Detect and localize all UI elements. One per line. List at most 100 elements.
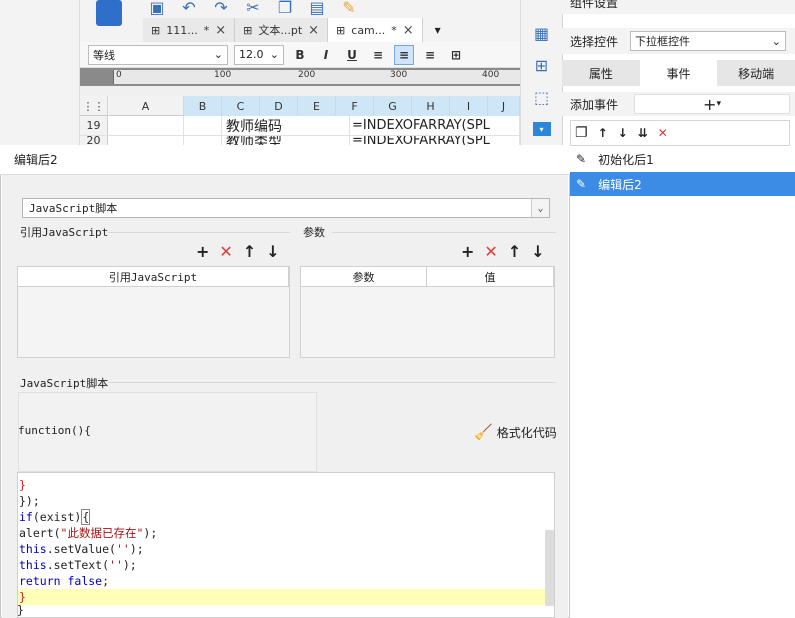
chevron-down-icon: ▾ [716,99,721,109]
params-table: 参数 值 [300,266,555,358]
ref-js-table: 引用JavaScript [17,266,290,358]
code-editor[interactable]: } }); if(exist){ alert("此数据已存在"); this.s… [17,472,555,618]
panel-tabs: 属性 事件 移动端 [562,60,795,86]
col-j[interactable]: J [488,96,520,116]
bold-button[interactable]: B [290,45,310,65]
code-line: }); [19,494,40,508]
tab-mobile[interactable]: 移动端 [717,60,795,86]
col-h[interactable]: H [412,96,450,116]
select-widget-label: 选择控件 [570,34,619,49]
col-b[interactable]: B [184,96,222,116]
code-line: } [19,478,26,492]
code-line: if(exist){ [19,509,91,525]
closing-brace: } [17,603,24,617]
sort-icon[interactable]: ⇊ [638,126,648,140]
side-toolbar: ▦ ⊞ ⬚ ▾ [520,0,562,145]
close-icon[interactable]: × [403,23,414,38]
delete-icon[interactable]: ✕ [484,242,497,261]
tab-menu-icon[interactable]: ▾ [423,18,453,42]
tab-template-2[interactable]: ⊞ 文本...pt × [235,18,329,42]
select-all-corner[interactable]: ⋮⋮ [80,96,108,116]
italic-button[interactable]: I [316,45,336,65]
border-icon[interactable]: ⊞ [446,45,466,65]
cell-f20[interactable]: =INDEXOFARRAY(SPL [350,136,520,145]
ref-js-column-header: 引用JavaScript [18,267,289,286]
select-widget-row: 选择控件 下拉框控件 ⌄ [562,28,795,54]
tab-template-3[interactable]: ⊞ cam... * × [328,18,423,42]
font-size-select[interactable]: 12.0 ⌄ [234,44,284,65]
col-c[interactable]: C [222,96,260,116]
arrow-down-icon[interactable]: ↓ [618,126,628,140]
col-i[interactable]: I [450,96,488,116]
delete-icon[interactable]: ✕ [658,126,668,140]
value-column-header: 值 [427,267,554,286]
underline-button[interactable]: U [342,45,362,65]
align-left-icon[interactable]: ≡ [368,45,388,65]
grid-settings-icon[interactable]: ⊞ [529,52,555,78]
undo-icon[interactable]: ↶ [178,0,200,18]
add-icon[interactable]: + [461,242,474,261]
add-event-label: 添加事件 [570,97,619,112]
arrow-up-icon[interactable]: ↑ [598,126,608,140]
font-family-select[interactable]: 等线 ⌄ [88,44,228,65]
redo-icon[interactable]: ↷ [210,0,232,18]
cell-c19[interactable]: 教师编码 [222,116,350,135]
format-toolbar: 等线 ⌄ 12.0 ⌄ B I U ≡ ≡ ≡ ⊞ [80,42,520,68]
arrow-down-icon[interactable]: ↓ [531,242,544,261]
copy-icon[interactable]: ❐ [575,125,588,141]
grid-icon: ⊞ [151,23,161,37]
add-event-row: 添加事件 + ▾ [562,92,795,116]
chevron-down-icon: ⌄ [531,199,549,217]
close-icon[interactable]: × [308,23,319,38]
table-row: 19 教师编码 =INDEXOFARRAY(SPL [80,116,520,136]
save-icon[interactable]: ▣ [146,0,168,18]
col-g[interactable]: G [374,96,412,116]
list-item[interactable]: ✎ 初始化后1 [570,147,795,171]
arrow-down-icon[interactable]: ↓ [266,242,279,261]
event-toolbar: ❐ ↑ ↓ ⇊ ✕ [570,120,790,146]
arrow-up-icon[interactable]: ↑ [243,242,256,261]
grid-icon: ⊞ [243,23,253,37]
close-icon[interactable]: × [215,23,226,38]
widget-select[interactable]: 下拉框控件 ⌄ [630,31,787,51]
code-line: alert("此数据已存在"); [19,526,158,540]
broom-icon: 🧹 [474,423,493,441]
params-label: 参数 [303,226,325,239]
cell-c20[interactable]: 教师类型 [222,136,350,145]
code-line: this.setText(''); [19,558,137,572]
cell-f19[interactable]: =INDEXOFARRAY(SPL [350,116,520,135]
paste-icon[interactable]: ▤ [306,0,328,18]
col-e[interactable]: E [298,96,336,116]
col-f[interactable]: F [336,96,374,116]
arrow-up-icon[interactable]: ↑ [508,242,521,261]
tab-properties[interactable]: 属性 [562,60,640,86]
frame-icon[interactable]: ⬚ [529,84,555,110]
pencil-icon: ✎ [576,152,587,166]
col-d[interactable]: D [260,96,298,116]
dialog-title: 编辑后2 [0,145,570,175]
col-a[interactable]: A [108,96,184,116]
tab-template-1[interactable]: ⊞ 111... * × [143,18,236,42]
format-painter-icon[interactable]: ✎ [338,0,360,18]
editor-scrollbar[interactable] [545,530,554,606]
preview-icon[interactable] [96,0,122,26]
cut-icon[interactable]: ✂ [242,0,264,18]
chevron-down-icon: ⌄ [771,34,782,48]
format-code-button[interactable]: 🧹 格式化代码 [474,423,557,441]
tab-events[interactable]: 事件 [639,60,718,86]
widget-icon[interactable]: ▾ [532,122,551,136]
delete-icon[interactable]: ✕ [219,242,232,261]
list-item[interactable]: ✎ 编辑后2 [570,172,795,196]
panel-title: 组件设置 [562,0,795,14]
add-icon[interactable]: + [196,242,209,261]
code-line: } [18,589,554,605]
align-center-icon[interactable]: ≡ [394,44,414,65]
chevron-down-icon: ⌄ [269,48,279,61]
pencil-icon: ✎ [576,177,587,191]
template-tabs: ⊞ 111... * × ⊞ 文本...pt × ⊞ cam... * × ▾ [143,18,520,42]
add-event-button[interactable]: + ▾ [634,94,791,114]
event-type-select[interactable]: JavaScript脚本 ⌄ [22,198,550,218]
layout-icon[interactable]: ▦ [529,20,555,46]
copy-icon[interactable]: ❐ [274,0,296,18]
align-right-icon[interactable]: ≡ [420,45,440,65]
